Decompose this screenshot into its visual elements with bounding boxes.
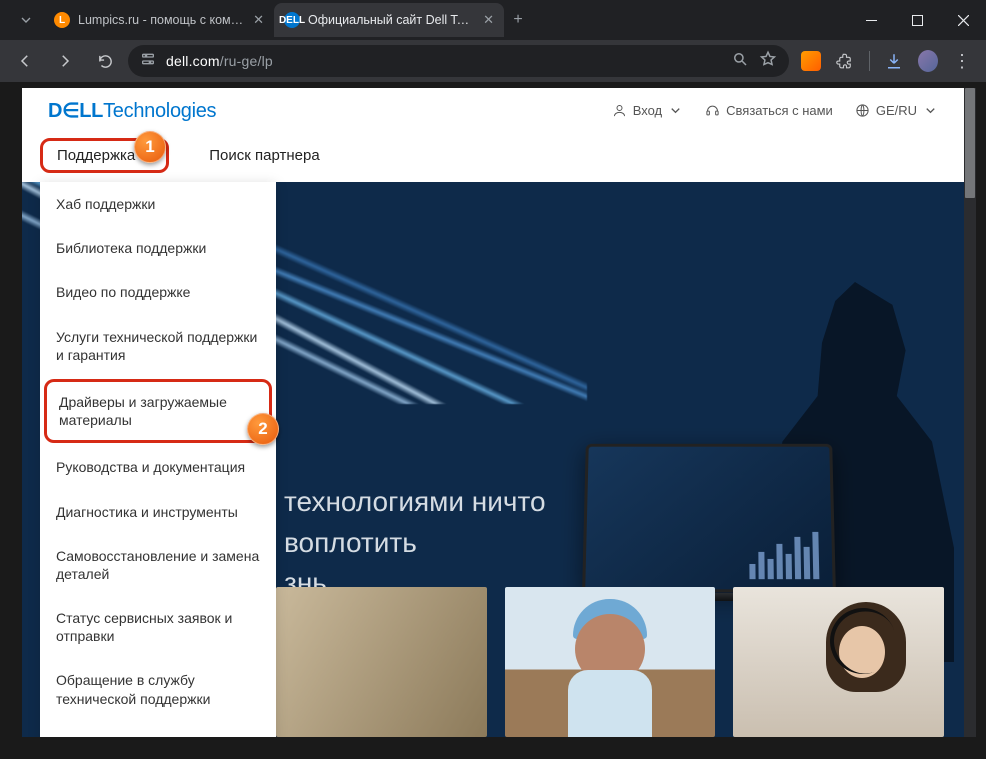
dd-item-drivers-downloads[interactable]: Драйверы и загружаемые материалы [44,379,272,443]
nav-partner-button[interactable]: Поиск партнера [197,139,331,172]
window-minimize-button[interactable] [848,0,894,40]
header-contact-button[interactable]: Связаться с нами [705,103,833,118]
support-dropdown: Хаб поддержки Библиотека поддержки Видео… [40,182,276,737]
header-login-button[interactable]: Вход [612,103,683,118]
favicon-lumpics-icon: L [54,12,70,28]
extensions-icon[interactable] [835,51,855,71]
new-tab-button[interactable]: + [504,11,532,29]
tab-lumpics[interactable]: L Lumpics.ru - помощь с компью ✕ [44,3,274,37]
favicon-dell-icon: DELL [284,12,300,28]
promo-tile-3[interactable] [733,587,944,737]
header-login-label: Вход [633,103,662,118]
site-settings-icon[interactable] [140,51,156,71]
dd-item-support-video[interactable]: Видео по поддержке [40,270,276,314]
tab-search-icon[interactable] [8,12,44,28]
scrollbar-thumb[interactable] [965,88,975,198]
dd-item-diagnostics[interactable]: Диагностика и инструменты [40,490,276,534]
profile-avatar[interactable] [918,51,938,71]
laptop-chart-icon [749,529,820,579]
page-scrollbar[interactable] [964,88,976,737]
dd-item-support-hub[interactable]: Хаб поддержки [40,182,276,226]
extension-metamask-icon[interactable] [801,51,821,71]
close-icon[interactable]: ✕ [483,12,494,28]
url-text: dell.com/ru-ge/lp [166,53,721,69]
window-close-button[interactable] [940,0,986,40]
toolbar-divider [869,51,870,71]
bookmark-icon[interactable] [759,50,777,72]
dd-item-community[interactable]: Сообщество [40,721,276,737]
dd-item-service-status[interactable]: Статус сервисных заявок и отправки [40,596,276,658]
close-icon[interactable]: ✕ [253,12,264,28]
dd-item-contact-support[interactable]: Обращение в службу технической поддержки [40,658,276,720]
annotation-badge-1: 1 [134,131,166,163]
nav-reload-button[interactable] [88,44,122,78]
header-contact-label: Связаться с нами [726,103,833,118]
tab-title: Lumpics.ru - помощь с компью [78,13,245,27]
promo-tile-2[interactable] [505,587,716,737]
annotation-badge-2: 2 [247,413,279,445]
dd-item-tech-services[interactable]: Услуги технической поддержки и гарантия [40,315,276,377]
address-bar[interactable]: dell.com/ru-ge/lp [128,45,789,77]
promo-tile-1[interactable] [276,587,487,737]
header-locale-button[interactable]: GE/RU [855,103,938,118]
header-locale-label: GE/RU [876,103,917,118]
brand-logo[interactable]: D∈LLTechnologies [48,98,216,123]
dd-item-self-repair[interactable]: Самовосстановление и замена деталей [40,534,276,596]
tab-dell[interactable]: DELL Официальный сайт Dell Technс ✕ [274,3,504,37]
nav-support-label: Поддержка [57,147,135,164]
window-maximize-button[interactable] [894,0,940,40]
tab-title: Официальный сайт Dell Technс [308,13,475,27]
dd-item-manuals[interactable]: Руководства и документация [40,445,276,489]
hero-headline: технологиями ничто воплотить знь. [284,482,546,604]
nav-forward-button[interactable] [48,44,82,78]
downloads-icon[interactable] [884,51,904,71]
nav-partner-label: Поиск партнера [209,147,319,164]
nav-back-button[interactable] [8,44,42,78]
browser-menu-button[interactable]: ⋮ [952,51,972,71]
dd-item-support-library[interactable]: Библиотека поддержки [40,226,276,270]
search-in-page-icon[interactable] [731,50,749,72]
